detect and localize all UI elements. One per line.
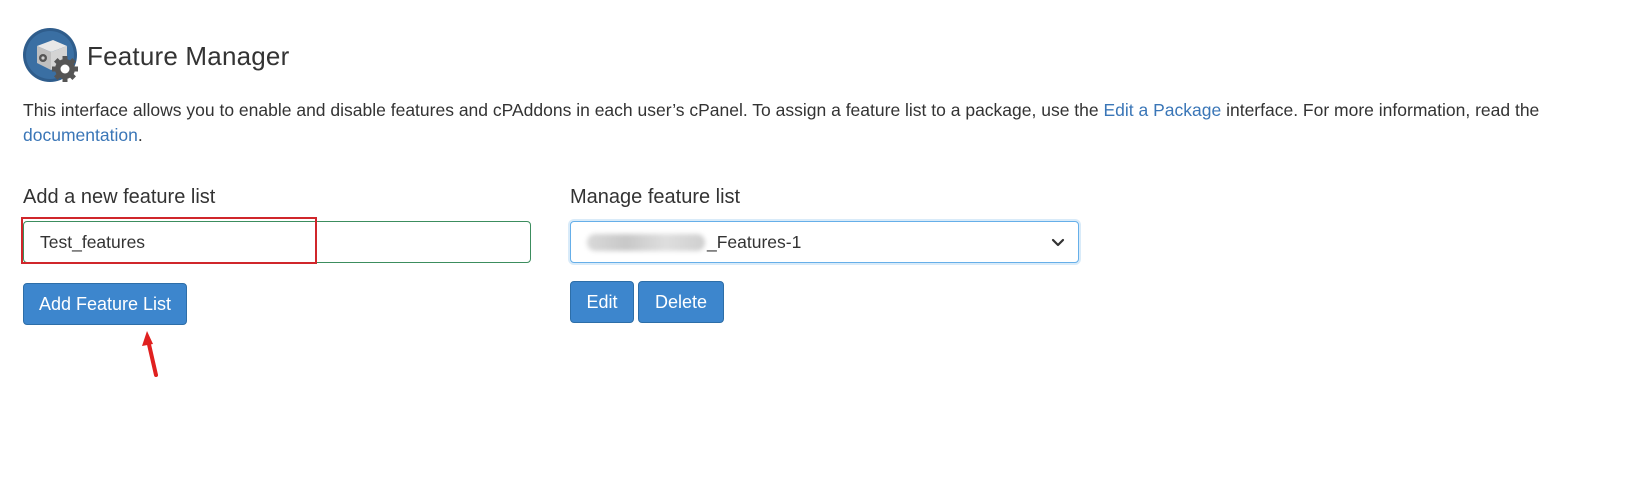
manage-feature-list-label: Manage feature list	[570, 186, 741, 208]
select-selected-value: _Features-1	[707, 231, 802, 252]
add-feature-list-label: Add a new feature list	[23, 186, 216, 208]
redacted-text	[587, 233, 705, 251]
red-arrow-annotation-icon	[142, 331, 158, 377]
description-text-middle: interface. For more information, read th…	[1221, 100, 1540, 120]
delete-feature-list-button[interactable]: Delete	[638, 281, 724, 323]
page-title: Feature Manager	[87, 41, 290, 72]
feature-list-select[interactable]: _Features-1	[570, 221, 1079, 263]
edit-package-link[interactable]: Edit a Package	[1104, 100, 1222, 120]
add-feature-list-button[interactable]: Add Feature List	[23, 283, 187, 325]
new-feature-list-input[interactable]	[23, 221, 531, 263]
page-header: Feature Manager	[23, 24, 289, 90]
description-text-before: This interface allows you to enable and …	[23, 100, 1104, 120]
feature-manager-logo-icon	[23, 27, 81, 86]
page-description: This interface allows you to enable and …	[23, 98, 1623, 148]
edit-feature-list-button[interactable]: Edit	[570, 281, 634, 323]
description-text-after: .	[137, 125, 143, 145]
documentation-link[interactable]: documentation	[23, 125, 138, 145]
chevron-down-icon	[1051, 238, 1065, 247]
